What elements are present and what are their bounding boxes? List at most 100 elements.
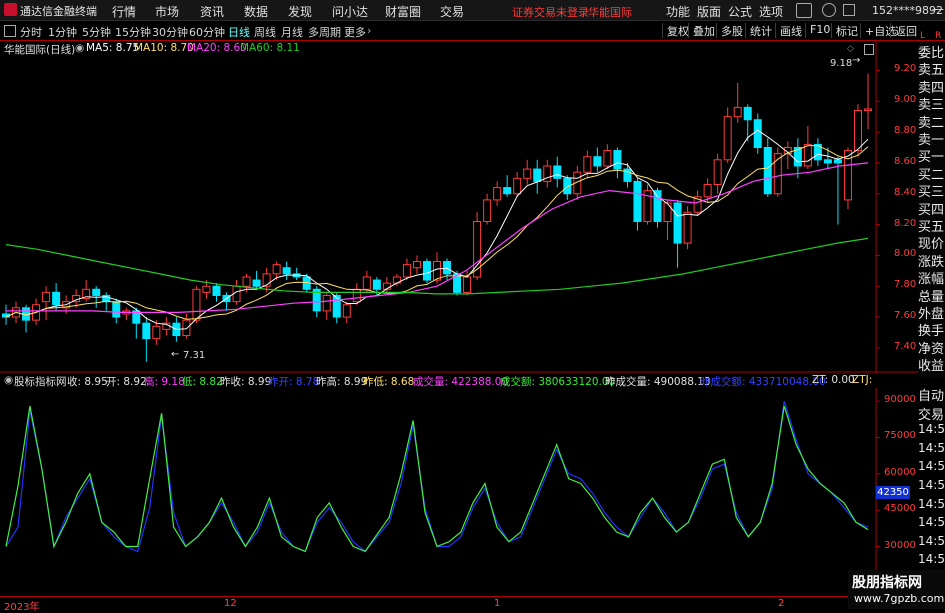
ma5-line bbox=[5, 129, 869, 330]
prev-amount-value: 昨成交额: 433710048.00 bbox=[700, 376, 826, 388]
period-5min[interactable]: 5分钟 bbox=[82, 24, 111, 40]
candle-down bbox=[503, 187, 512, 195]
panel-marker-l[interactable]: L bbox=[920, 31, 925, 41]
settings-icon[interactable] bbox=[843, 4, 855, 16]
title-bar: 通达信金融终端 行情 市场 资讯 数据 发现 问小达 财富圈 交易 证券交易未登… bbox=[0, 0, 945, 21]
quote-field-label[interactable]: 卖五 bbox=[918, 62, 945, 79]
chevron-right-icon[interactable]: › bbox=[367, 24, 371, 37]
period-weekly[interactable]: 周线 bbox=[254, 24, 276, 40]
menu-discover[interactable]: 发现 bbox=[288, 3, 312, 20]
quote-field-label[interactable]: 卖四 bbox=[918, 80, 945, 97]
candle-up bbox=[202, 285, 211, 293]
menu-data[interactable]: 数据 bbox=[244, 3, 268, 20]
current-volume-tag: 42350 bbox=[876, 486, 910, 499]
volume-axis-label: 90000 bbox=[884, 394, 916, 406]
ma10-line bbox=[5, 145, 869, 320]
menu-market[interactable]: 市场 bbox=[155, 3, 179, 20]
volume-blue-line bbox=[5, 400, 869, 553]
candle-up bbox=[603, 150, 612, 167]
watermark-url: www.7gpzb.com bbox=[854, 592, 945, 605]
period-60min[interactable]: 60分钟 bbox=[189, 24, 225, 40]
auto-trade-label[interactable]: 自动 bbox=[918, 385, 944, 404]
quote-field-label[interactable]: 涨跌 bbox=[918, 254, 945, 271]
menu-layout[interactable]: 版面 bbox=[697, 3, 721, 20]
watermark-title: 股朋指标网 bbox=[852, 575, 922, 591]
period-1min[interactable]: 1分钟 bbox=[48, 24, 77, 40]
menu-trade[interactable]: 交易 bbox=[440, 3, 464, 20]
diamond-icon[interactable]: ◇ bbox=[847, 44, 854, 54]
kline-chart[interactable] bbox=[0, 41, 918, 597]
panel-toggle-icon[interactable] bbox=[864, 44, 874, 55]
date-label-dec: 12 bbox=[224, 598, 237, 609]
btn-adjust[interactable]: 复权 bbox=[662, 23, 689, 38]
grid-icon[interactable] bbox=[4, 25, 16, 37]
indicator-name[interactable]: 股标指标网 bbox=[14, 374, 67, 389]
quote-field-label[interactable]: 卖三 bbox=[918, 97, 945, 114]
menu-quotes[interactable]: 行情 bbox=[112, 3, 136, 20]
btn-multistock[interactable]: 多股 bbox=[716, 23, 743, 38]
quote-field-label[interactable]: 卖一 bbox=[918, 132, 945, 149]
candle-down bbox=[833, 159, 842, 164]
period-more[interactable]: 更多 bbox=[344, 24, 366, 40]
btn-f10[interactable]: F10 bbox=[805, 23, 830, 38]
prev-open-value: 昨开: 8.78 bbox=[268, 376, 320, 388]
ma20-line bbox=[6, 162, 869, 313]
menu-ask[interactable]: 问小达 bbox=[332, 3, 368, 20]
quote-field-label[interactable]: 外盘 bbox=[918, 306, 945, 323]
quote-field-label[interactable]: 收益 bbox=[918, 358, 945, 375]
menu-wealth[interactable]: 财富圈 bbox=[385, 3, 421, 20]
help-icon[interactable] bbox=[822, 3, 836, 17]
message-icon[interactable] bbox=[796, 3, 812, 18]
menu-options[interactable]: 选项 bbox=[759, 3, 783, 20]
candle-up bbox=[493, 187, 502, 201]
candle-up bbox=[262, 273, 271, 287]
period-daily[interactable]: 日线 bbox=[228, 24, 250, 40]
period-30min[interactable]: 30分钟 bbox=[152, 24, 188, 40]
panel-marker-r[interactable]: R bbox=[935, 31, 941, 41]
quote-field-label[interactable]: 净资 bbox=[918, 341, 945, 358]
candle-down bbox=[372, 279, 381, 290]
open-value: 开: 8.92 bbox=[106, 376, 147, 388]
candle-down bbox=[282, 267, 291, 275]
quote-field-label[interactable]: 总量 bbox=[918, 289, 945, 306]
btn-stats[interactable]: 统计 bbox=[745, 23, 772, 38]
quote-field-label[interactable]: 买一 bbox=[918, 149, 945, 166]
btn-mark[interactable]: 标记 bbox=[831, 23, 858, 38]
prev-low-value: 昨低: 8.68 bbox=[363, 376, 415, 388]
quote-field-label[interactable]: 买四 bbox=[918, 202, 945, 219]
quote-field-label[interactable]: 买五 bbox=[918, 219, 945, 236]
menu-function[interactable]: 功能 bbox=[666, 3, 690, 20]
volume-axis-label: 45000 bbox=[884, 503, 916, 515]
candle-up bbox=[412, 261, 421, 269]
minimize-icon[interactable]: — bbox=[932, 2, 944, 16]
login-status[interactable]: 证券交易未登录 bbox=[512, 4, 589, 20]
period-multi[interactable]: 多周期 bbox=[308, 24, 341, 40]
candle-up bbox=[583, 156, 592, 173]
prev-high-value: 昨高: 8.99 bbox=[316, 376, 368, 388]
candle-up bbox=[242, 276, 251, 287]
period-15min[interactable]: 15分钟 bbox=[115, 24, 151, 40]
period-timeshare[interactable]: 分时 bbox=[20, 24, 42, 40]
quote-field-label[interactable]: 现价 bbox=[918, 236, 945, 253]
quote-field-label[interactable]: 买三 bbox=[918, 184, 945, 201]
auto-trade-label[interactable]: 交易 bbox=[918, 404, 944, 423]
menu-formula[interactable]: 公式 bbox=[728, 3, 752, 20]
tick-time: 14:56 bbox=[918, 422, 945, 437]
quote-field-label[interactable]: 换手 bbox=[918, 323, 945, 340]
period-monthly[interactable]: 月线 bbox=[281, 24, 303, 40]
candle-down bbox=[753, 119, 762, 148]
menu-news[interactable]: 资讯 bbox=[200, 3, 224, 20]
candle-down bbox=[553, 165, 562, 179]
indicator-menu-icon-2[interactable]: ◉ bbox=[4, 374, 13, 386]
quote-field-label[interactable]: 卖二 bbox=[918, 115, 945, 132]
btn-back[interactable]: 返回 bbox=[890, 23, 917, 38]
btn-overlay[interactable]: 叠加 bbox=[688, 23, 715, 38]
volume-axis-label: 75000 bbox=[884, 430, 916, 442]
date-axis: 2023年 12 1 2 bbox=[0, 596, 945, 613]
quote-field-label[interactable]: 委比 bbox=[918, 45, 945, 62]
quote-field-label[interactable]: 买二 bbox=[918, 167, 945, 184]
quote-field-label[interactable]: 涨幅 bbox=[918, 271, 945, 288]
btn-draw[interactable]: 画线 bbox=[775, 23, 802, 38]
candle-down bbox=[653, 190, 662, 222]
candle-up bbox=[683, 211, 692, 244]
